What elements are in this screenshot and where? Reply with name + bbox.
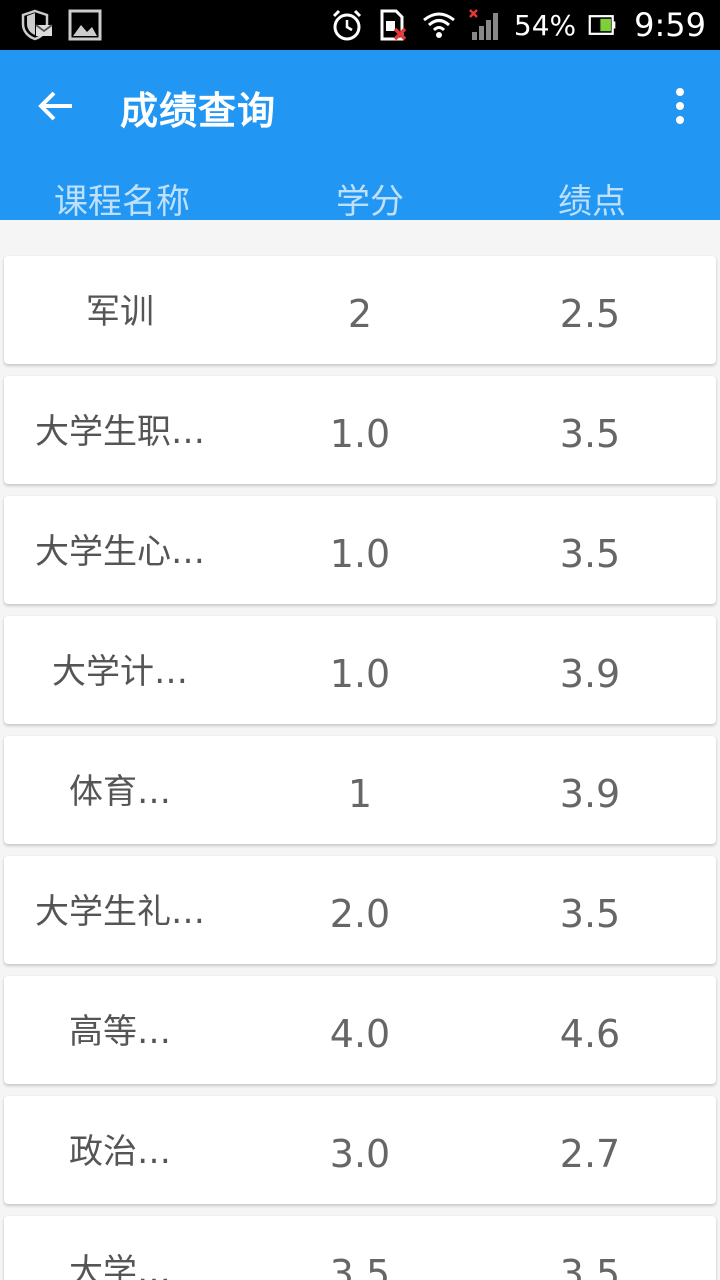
signal-icon (469, 9, 498, 40)
header-gpa: 绩点 (558, 182, 626, 222)
shield-mail-icon (21, 9, 53, 41)
course-gpa: 3.5 (559, 412, 621, 456)
alarm-icon (332, 9, 361, 41)
course-credit: 1.0 (329, 412, 391, 456)
header-course-name: 课程名称 (54, 182, 190, 222)
battery-icon (588, 15, 616, 35)
course-credit: 2 (347, 292, 373, 336)
table-header: 课程名称 学分 绩点 (0, 174, 720, 222)
course-gpa: 2.5 (559, 292, 621, 336)
arrow-left-icon[interactable] (34, 84, 78, 128)
list-item[interactable]: 政治… 3.0 2.7 (4, 1096, 716, 1204)
list-item[interactable]: 大学生礼… 2.0 3.5 (4, 856, 716, 964)
list-item[interactable]: 高等… 4.0 4.6 (4, 976, 716, 1084)
course-gpa: 3.5 (559, 1252, 621, 1280)
list-item[interactable]: 大学生职… 1.0 3.5 (4, 376, 716, 484)
list-item[interactable]: 军训 2 2.5 (4, 256, 716, 364)
list-item[interactable]: 体育… 1 3.9 (4, 736, 716, 844)
course-credit: 3.0 (329, 1132, 391, 1176)
sim-error-icon (380, 9, 407, 41)
list-item[interactable]: 大学生心… 1.0 3.5 (4, 496, 716, 604)
course-credit: 1.0 (329, 532, 391, 576)
course-credit: 4.0 (329, 1012, 391, 1056)
header-credit: 学分 (336, 182, 404, 222)
course-credit: 3.5 (329, 1252, 391, 1280)
course-name: 军训 (86, 292, 154, 332)
image-icon (68, 9, 102, 41)
course-name: 大学生心… (35, 532, 205, 572)
status-bar: 54% 9:59 (0, 0, 720, 50)
course-name: 大学生礼… (35, 892, 205, 932)
course-gpa: 2.7 (559, 1132, 621, 1176)
course-credit: 1.0 (329, 652, 391, 696)
clock: 9:59 (634, 6, 706, 44)
course-name: 政治… (69, 1132, 171, 1172)
more-vert-icon[interactable] (670, 86, 690, 126)
course-gpa: 3.5 (559, 532, 621, 576)
course-gpa: 4.6 (559, 1012, 621, 1056)
course-name: 大学计… (52, 652, 188, 692)
course-name: 高等… (69, 1012, 171, 1052)
wifi-icon (422, 12, 455, 38)
page-title: 成绩查询 (120, 89, 277, 133)
course-gpa: 3.9 (559, 772, 621, 816)
course-gpa: 3.9 (559, 652, 621, 696)
course-credit: 2.0 (329, 892, 391, 936)
course-name: 体育… (69, 772, 171, 812)
battery-percent: 54% (513, 8, 577, 42)
course-name: 大学… (69, 1252, 171, 1280)
course-gpa: 3.5 (559, 892, 621, 936)
list-item[interactable]: 大学计… 1.0 3.9 (4, 616, 716, 724)
app-bar: 成绩查询 课程名称 学分 绩点 (0, 50, 720, 222)
course-credit: 1 (347, 772, 373, 816)
grade-list[interactable]: 军训 2 2.5 大学生职… 1.0 3.5 大学生心… 1.0 3.5 大学计… (0, 220, 720, 1280)
list-item[interactable]: 大学… 3.5 3.5 (4, 1216, 716, 1280)
course-name: 大学生职… (35, 412, 205, 452)
